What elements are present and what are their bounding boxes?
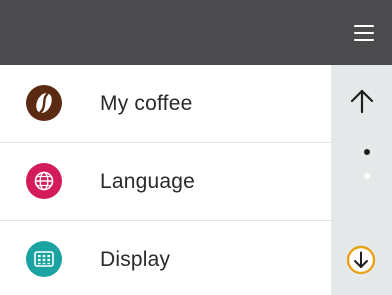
arrow-down-circle-icon[interactable] [346, 245, 376, 275]
scroll-panel [331, 65, 392, 295]
globe-icon [26, 163, 62, 199]
page-indicator-active [364, 149, 370, 155]
menu-item-language[interactable]: Language [0, 143, 331, 221]
menu-line [354, 39, 374, 41]
coffee-bean-icon [26, 85, 62, 121]
menu-item-label: Display [100, 248, 171, 271]
header-bar [0, 0, 392, 65]
menu-item-label: Language [100, 170, 196, 193]
hamburger-menu-icon[interactable] [350, 22, 378, 44]
menu-line [354, 25, 374, 27]
menu-line [354, 32, 374, 34]
menu-item-display[interactable]: Display [0, 221, 331, 295]
app-screen: My coffee Language Display [0, 0, 392, 295]
display-icon [26, 241, 62, 277]
settings-menu-list: My coffee Language Display [0, 65, 331, 295]
menu-item-my-coffee[interactable]: My coffee [0, 65, 331, 143]
arrow-up-icon[interactable] [349, 87, 375, 115]
page-indicator-inactive [364, 173, 370, 179]
menu-item-label: My coffee [100, 92, 193, 115]
